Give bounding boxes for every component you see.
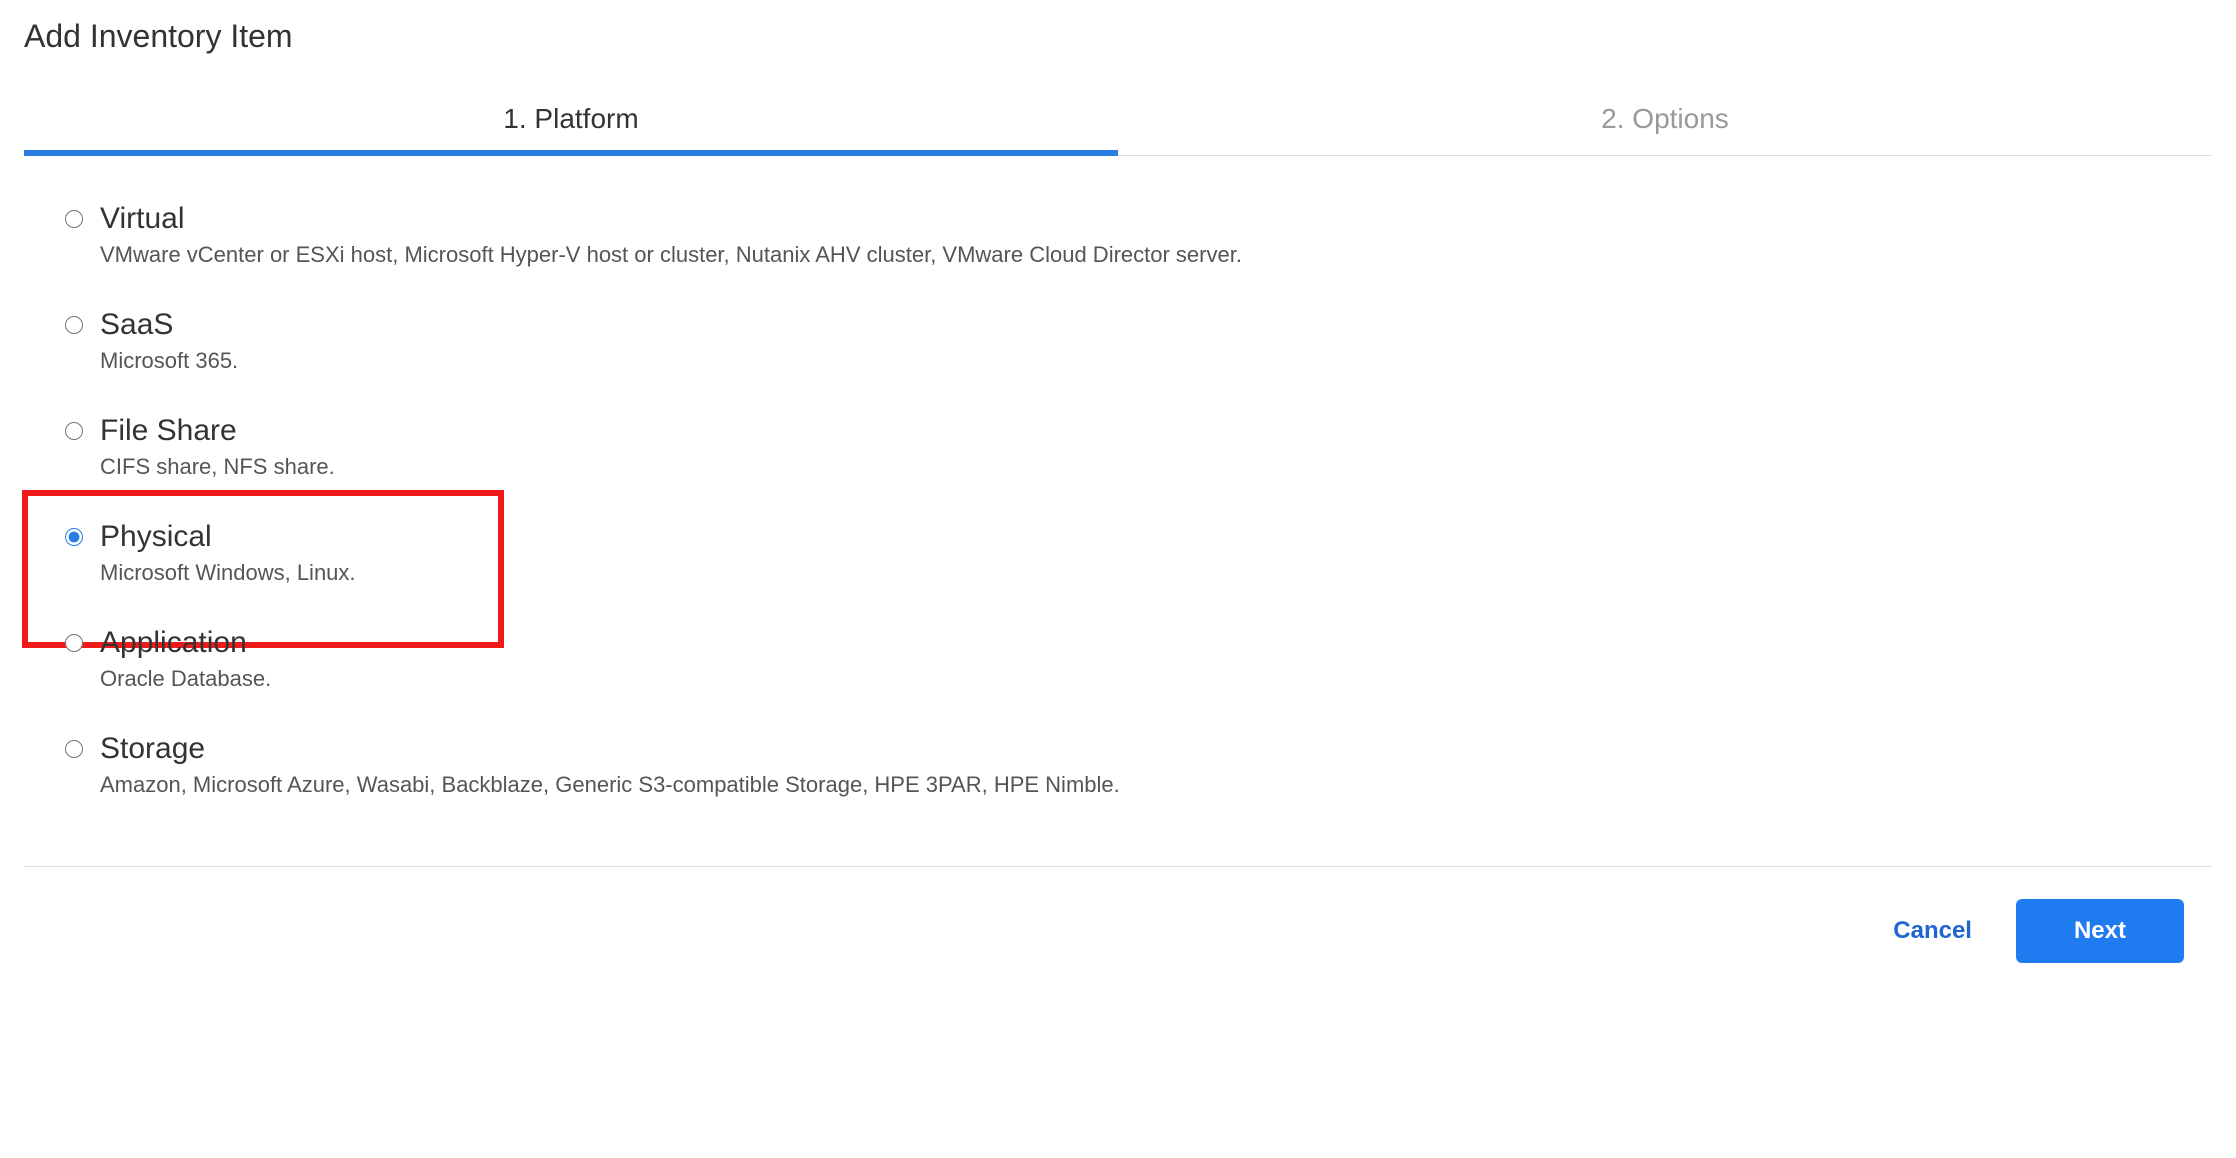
cancel-button[interactable]: Cancel	[1885, 911, 1980, 951]
radio-application[interactable]	[65, 634, 83, 652]
radio-saas[interactable]	[65, 316, 83, 334]
option-saas[interactable]: SaaS Microsoft 365.	[60, 308, 2192, 374]
option-storage[interactable]: Storage Amazon, Microsoft Azure, Wasabi,…	[60, 732, 2192, 798]
next-button[interactable]: Next	[2016, 899, 2184, 963]
option-title: Virtual	[100, 202, 1242, 236]
option-title: SaaS	[100, 308, 238, 342]
option-fileshare[interactable]: File Share CIFS share, NFS share.	[60, 414, 2192, 480]
option-application[interactable]: Application Oracle Database.	[60, 626, 2192, 692]
option-desc: Microsoft Windows, Linux.	[100, 560, 356, 586]
radio-virtual[interactable]	[65, 210, 83, 228]
option-desc: CIFS share, NFS share.	[100, 454, 335, 480]
option-desc: Amazon, Microsoft Azure, Wasabi, Backbla…	[100, 772, 1120, 798]
option-desc: Oracle Database.	[100, 666, 271, 692]
option-title: Storage	[100, 732, 1120, 766]
wizard-tabs: 1. Platform 2. Options	[24, 103, 2212, 156]
option-title: Physical	[100, 520, 356, 554]
dialog-footer: Cancel Next	[24, 867, 2212, 963]
radio-storage[interactable]	[65, 740, 83, 758]
option-desc: VMware vCenter or ESXi host, Microsoft H…	[100, 242, 1242, 268]
add-inventory-dialog: Add Inventory Item 1. Platform 2. Option…	[0, 0, 2236, 963]
tab-platform[interactable]: 1. Platform	[24, 103, 1118, 155]
tab-options[interactable]: 2. Options	[1118, 103, 2212, 155]
radio-physical[interactable]	[65, 528, 83, 546]
platform-options: Virtual VMware vCenter or ESXi host, Mic…	[24, 156, 2212, 856]
option-virtual[interactable]: Virtual VMware vCenter or ESXi host, Mic…	[60, 202, 2192, 268]
tab-label: 1. Platform	[503, 103, 638, 134]
option-desc: Microsoft 365.	[100, 348, 238, 374]
option-title: Application	[100, 626, 271, 660]
tab-label: 2. Options	[1601, 103, 1729, 134]
option-physical[interactable]: Physical Microsoft Windows, Linux.	[60, 520, 2192, 586]
dialog-title: Add Inventory Item	[24, 18, 2212, 55]
radio-fileshare[interactable]	[65, 422, 83, 440]
option-title: File Share	[100, 414, 335, 448]
